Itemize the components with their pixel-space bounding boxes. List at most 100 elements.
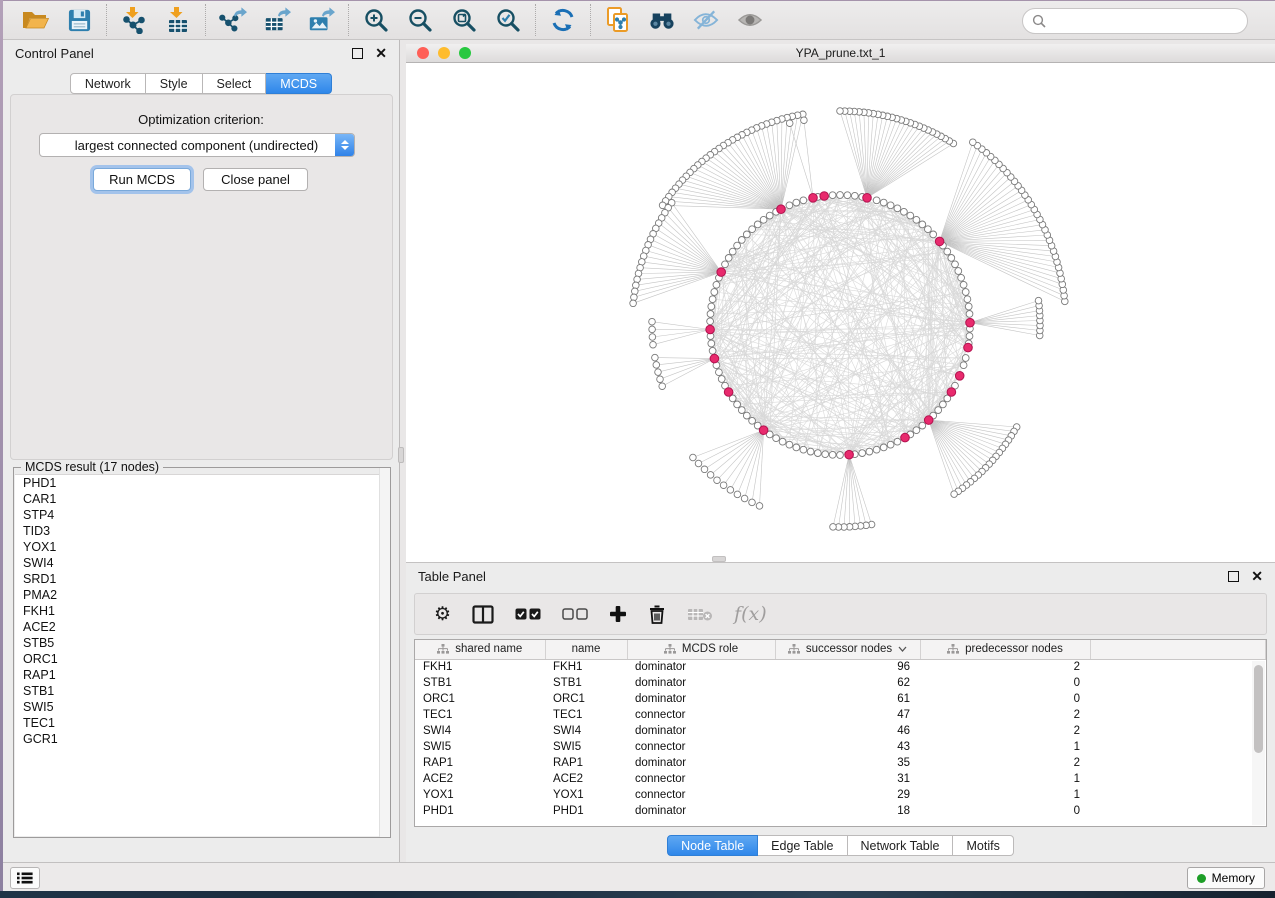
mcds-result-item[interactable]: SWI5 [15,699,389,715]
function-builder-button[interactable]: f(x) [734,600,767,628]
mcds-hub-node[interactable] [820,192,829,201]
cell-MCDS-role[interactable]: dominator [627,803,775,819]
table-row[interactable]: FKH1FKH1dominator962 [415,659,1266,675]
table-row[interactable]: ACE2ACE2connector311 [415,771,1266,787]
mcds-result-item[interactable]: ACE2 [15,619,389,635]
cell-successor-nodes[interactable]: 61 [775,691,920,707]
mcds-result-item[interactable]: ORC1 [15,651,389,667]
delete-table-button[interactable] [687,600,713,628]
table-row[interactable]: SWI5SWI5connector431 [415,739,1266,755]
tab-mcds[interactable]: MCDS [266,73,332,94]
table-row[interactable]: SWI4SWI4dominator462 [415,723,1266,739]
open-file-button[interactable] [21,6,49,34]
export-image-button[interactable] [307,6,335,34]
tab-style[interactable]: Style [146,73,203,94]
export-network-button[interactable] [219,6,247,34]
table-row[interactable]: PHD1PHD1dominator180 [415,803,1266,819]
column-header-name[interactable]: name [545,640,627,659]
cell-MCDS-role[interactable]: dominator [627,691,775,707]
cell-successor-nodes[interactable]: 43 [775,739,920,755]
mcds-hub-node[interactable] [706,325,715,334]
close-panel-icon[interactable]: ✕ [375,48,387,59]
cell-MCDS-role[interactable]: dominator [627,659,775,675]
mcds-hub-node[interactable] [845,450,854,459]
cell-successor-nodes[interactable]: 35 [775,755,920,771]
run-mcds-button[interactable]: Run MCDS [93,168,191,191]
mcds-hub-node[interactable] [955,372,964,381]
cell-successor-nodes[interactable]: 18 [775,803,920,819]
table-settings-button[interactable]: ⚙ [434,600,451,628]
cell-predecessor-nodes[interactable]: 1 [920,787,1090,803]
save-session-button[interactable] [65,6,93,34]
zoom-out-button[interactable] [406,6,434,34]
show-panels-button[interactable] [10,867,40,889]
cell-MCDS-role[interactable]: connector [627,787,775,803]
mcds-hub-node[interactable] [947,388,956,397]
table-scrollbar-thumb[interactable] [1254,665,1263,753]
select-all-button[interactable] [515,600,541,628]
zoom-fit-button[interactable] [450,6,478,34]
mcds-result-item[interactable]: STB1 [15,683,389,699]
tab-motifs[interactable]: Motifs [953,835,1013,856]
cell-predecessor-nodes[interactable]: 0 [920,675,1090,691]
cell-successor-nodes[interactable]: 29 [775,787,920,803]
float-panel-icon[interactable] [352,48,363,59]
cell-name[interactable]: TEC1 [545,707,627,723]
cell-name[interactable]: ACE2 [545,771,627,787]
mcds-result-item[interactable]: STP4 [15,507,389,523]
search-input[interactable] [1051,14,1231,28]
export-table-button[interactable] [263,6,291,34]
mcds-hub-node[interactable] [777,205,786,214]
mcds-result-item[interactable]: CAR1 [15,491,389,507]
mcds-result-item[interactable]: PMA2 [15,587,389,603]
search-box[interactable] [1022,8,1248,34]
table-row[interactable]: YOX1YOX1connector291 [415,787,1266,803]
mcds-result-item[interactable]: YOX1 [15,539,389,555]
mcds-result-list[interactable]: PHD1CAR1STP4TID3YOX1SWI4SRD1PMA2FKH1ACE2… [15,474,389,836]
mcds-result-item[interactable]: RAP1 [15,667,389,683]
table-row[interactable]: TEC1TEC1connector472 [415,707,1266,723]
deselect-all-button[interactable] [562,600,588,628]
cell-shared-name[interactable]: STB1 [415,675,545,691]
cell-shared-name[interactable]: RAP1 [415,755,545,771]
mcds-result-item[interactable]: SWI4 [15,555,389,571]
zoom-in-button[interactable] [362,6,390,34]
mcds-result-item[interactable]: TID3 [15,523,389,539]
cell-predecessor-nodes[interactable]: 2 [920,723,1090,739]
mcds-hub-node[interactable] [724,388,733,397]
mcds-hub-node[interactable] [759,426,768,435]
cell-name[interactable]: SWI4 [545,723,627,739]
cell-predecessor-nodes[interactable]: 0 [920,691,1090,707]
cell-shared-name[interactable]: YOX1 [415,787,545,803]
cell-name[interactable]: FKH1 [545,659,627,675]
cell-name[interactable]: PHD1 [545,803,627,819]
mcds-hub-node[interactable] [863,194,872,203]
horizontal-splitter-handle[interactable] [712,556,726,562]
find-button[interactable] [648,6,676,34]
network-graph[interactable] [406,63,1275,562]
cell-shared-name[interactable]: ORC1 [415,691,545,707]
cell-successor-nodes[interactable]: 46 [775,723,920,739]
network-canvas[interactable] [406,63,1275,562]
show-all-button[interactable] [736,6,764,34]
mcds-hub-node[interactable] [717,268,726,277]
cell-shared-name[interactable]: FKH1 [415,659,545,675]
cell-successor-nodes[interactable]: 47 [775,707,920,723]
close-table-panel-icon[interactable]: ✕ [1251,571,1263,582]
column-visibility-button[interactable] [472,600,494,628]
cell-shared-name[interactable]: SWI5 [415,739,545,755]
tab-edge-table[interactable]: Edge Table [758,835,847,856]
tab-network-table[interactable]: Network Table [848,835,954,856]
copy-network-button[interactable] [604,6,632,34]
hide-selected-button[interactable] [692,6,720,34]
column-header-successor-nodes[interactable]: successor nodes [775,640,920,659]
mcds-hub-node[interactable] [809,194,818,203]
table-row[interactable]: STB1STB1dominator620 [415,675,1266,691]
network-window-titlebar[interactable]: YPA_prune.txt_1 [406,44,1275,63]
mcds-hub-node[interactable] [964,343,973,352]
float-table-panel-icon[interactable] [1228,571,1239,582]
column-header-predecessor-nodes[interactable]: predecessor nodes [920,640,1090,659]
cell-MCDS-role[interactable]: dominator [627,755,775,771]
cell-successor-nodes[interactable]: 96 [775,659,920,675]
cell-MCDS-role[interactable]: dominator [627,675,775,691]
